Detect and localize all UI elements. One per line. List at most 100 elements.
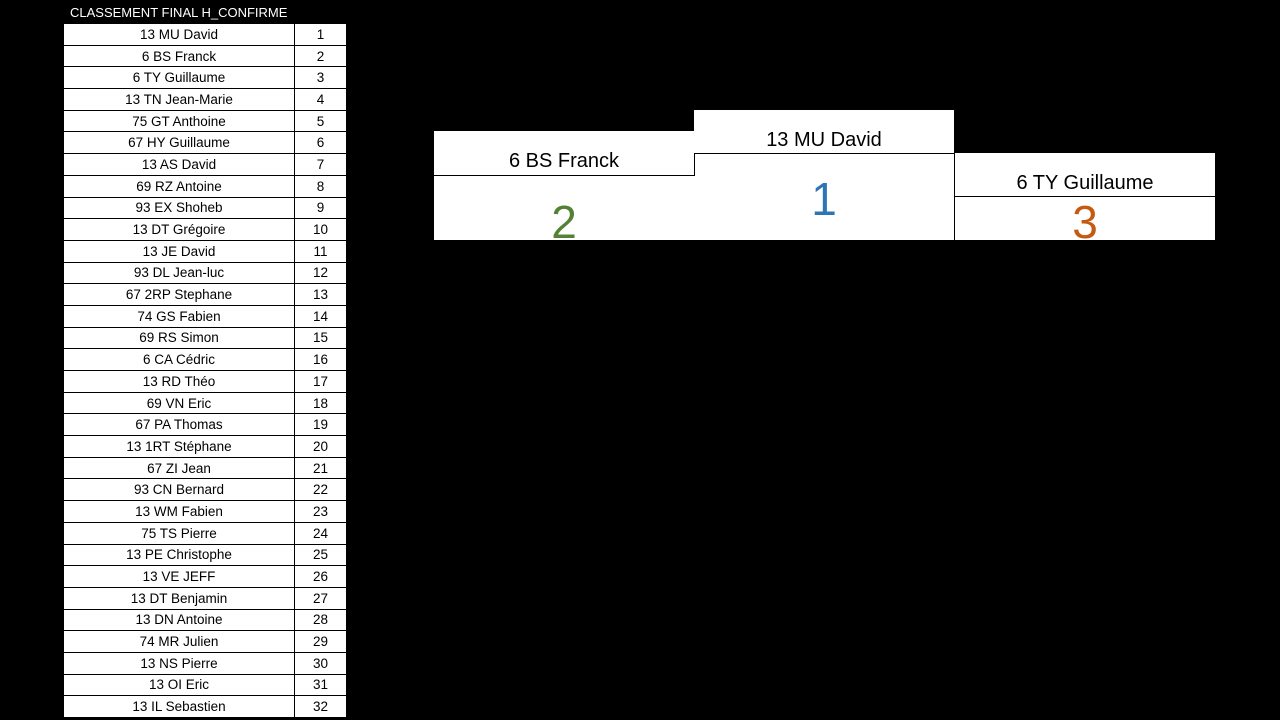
competitor-name-cell: 93 EX Shoheb [64, 197, 295, 220]
table-row: 75 GT Anthoine 5 [64, 110, 346, 133]
rank-cell: 21 [295, 457, 346, 480]
rank-cell: 14 [295, 305, 346, 328]
table-row: 13 OI Eric 31 [64, 674, 346, 697]
competitor-name-cell: 67 PA Thomas [64, 414, 295, 437]
table-row: 13 RD Théo 17 [64, 371, 346, 393]
rank-cell: 4 [295, 89, 346, 111]
table-row: 67 HY Guillaume 6 [64, 132, 346, 155]
rank-cell: 8 [295, 175, 346, 198]
rank-cell: 3 [295, 67, 346, 90]
competitor-name-cell: 13 OI Eric [64, 674, 295, 697]
table-row: 67 2RP Stephane 13 [64, 284, 346, 306]
competitor-name-cell: 13 IL Sebastien [64, 696, 295, 718]
rank-cell: 26 [295, 566, 346, 588]
rank-cell: 20 [295, 436, 346, 458]
competitor-name-cell: 13 DN Antoine [64, 609, 295, 632]
table-row: 13 VE JEFF 26 [64, 566, 346, 588]
rank-cell: 16 [295, 349, 346, 371]
table-row: 69 RZ Antoine 8 [64, 175, 346, 198]
table-row: 67 PA Thomas 19 [64, 414, 346, 437]
rank-cell: 29 [295, 631, 346, 653]
competitor-name-cell: 13 AS David [64, 154, 295, 176]
table-row: 93 CN Bernard 22 [64, 479, 346, 502]
rank-cell: 13 [295, 284, 346, 306]
competitor-name-cell: 69 RZ Antoine [64, 175, 295, 198]
rank-cell: 23 [295, 501, 346, 523]
table-row: 6 BS Franck 2 [64, 45, 346, 68]
competitor-name-cell: 6 CA Cédric [64, 349, 295, 371]
competitor-name-cell: 69 RS Simon [64, 327, 295, 350]
rank-cell: 2 [295, 45, 346, 68]
rank-cell: 7 [295, 154, 346, 176]
rank-cell: 18 [295, 392, 346, 415]
competitor-name-cell: 13 MU David [64, 24, 295, 46]
table-row: 13 JE David 11 [64, 240, 346, 263]
competitor-name-cell: 13 1RT Stéphane [64, 436, 295, 458]
rank-cell: 30 [295, 652, 346, 675]
ranking-table: 13 MU David 1 6 BS Franck 2 6 TY Guillaume 3 1… [64, 24, 346, 718]
table-row: 13 MU David 1 [64, 24, 346, 46]
table-row: 93 EX Shoheb 9 [64, 197, 346, 220]
table-row: 13 IL Sebastien 32 [64, 696, 346, 718]
rank-cell: 32 [295, 696, 346, 718]
table-row: 13 TN Jean-Marie 4 [64, 89, 346, 111]
competitor-name-cell: 13 DT Benjamin [64, 587, 295, 610]
podium-first-divider [694, 153, 954, 154]
table-row: 93 DL Jean-luc 12 [64, 262, 346, 285]
podium-third-name: 6 TY Guillaume [1016, 172, 1154, 194]
competitor-name-cell: 67 HY Guillaume [64, 132, 295, 155]
podium-first-rank: 1 [811, 173, 837, 225]
rank-cell: 11 [295, 240, 346, 263]
table-row: 13 DN Antoine 28 [64, 609, 346, 632]
table-row: 67 ZI Jean 21 [64, 457, 346, 480]
page-title: CLASSEMENT FINAL H_CONFIRME [70, 5, 288, 20]
competitor-name-cell: 13 NS Pierre [64, 652, 295, 675]
table-row: 69 RS Simon 15 [64, 327, 346, 350]
rank-cell: 12 [295, 262, 346, 285]
competitor-name-cell: 69 VN Eric [64, 392, 295, 415]
rank-cell: 22 [295, 479, 346, 502]
competitor-name-cell: 74 GS Fabien [64, 305, 295, 328]
competitor-name-cell: 13 PE Christophe [64, 544, 295, 567]
podium-second-divider [434, 175, 694, 176]
podium-second-rank: 2 [551, 196, 577, 248]
table-row: 74 GS Fabien 14 [64, 305, 346, 328]
competitor-name-cell: 74 MR Julien [64, 631, 295, 653]
table-row: 13 WM Fabien 23 [64, 501, 346, 523]
rank-cell: 25 [295, 544, 346, 567]
table-row: 13 AS David 7 [64, 154, 346, 176]
rank-cell: 31 [295, 674, 346, 697]
rank-cell: 10 [295, 219, 346, 241]
rank-cell: 28 [295, 609, 346, 632]
rank-cell: 19 [295, 414, 346, 437]
rank-cell: 9 [295, 197, 346, 220]
table-row: 13 1RT Stéphane 20 [64, 436, 346, 458]
rank-cell: 1 [295, 24, 346, 46]
table-row: 75 TS Pierre 24 [64, 522, 346, 545]
table-row: 6 CA Cédric 16 [64, 349, 346, 371]
competitor-name-cell: 75 GT Anthoine [64, 110, 295, 133]
podium-second-name: 6 BS Franck [508, 150, 620, 172]
competitor-name-cell: 6 TY Guillaume [64, 67, 295, 90]
competitor-name-cell: 67 2RP Stephane [64, 284, 295, 306]
competitor-name-cell: 13 VE JEFF [64, 566, 295, 588]
podium-first-name: 13 MU David [766, 129, 882, 151]
competitor-name-cell: 67 ZI Jean [64, 457, 295, 480]
rank-cell: 6 [295, 132, 346, 155]
competitor-name-cell: 13 JE David [64, 240, 295, 263]
competitor-name-cell: 93 DL Jean-luc [64, 262, 295, 285]
table-row: 13 DT Benjamin 27 [64, 587, 346, 610]
competitor-name-cell: 13 WM Fabien [64, 501, 295, 523]
podium-third-rank: 3 [1072, 196, 1098, 248]
table-row: 13 PE Christophe 25 [64, 544, 346, 567]
rank-cell: 24 [295, 522, 346, 545]
table-row: 6 TY Guillaume 3 [64, 67, 346, 90]
competitor-name-cell: 13 RD Théo [64, 371, 295, 393]
rank-cell: 17 [295, 371, 346, 393]
competitor-name-cell: 75 TS Pierre [64, 522, 295, 545]
table-row: 13 DT Grégoire 10 [64, 219, 346, 241]
table-row: 69 VN Eric 18 [64, 392, 346, 415]
competitor-name-cell: 6 BS Franck [64, 45, 295, 68]
competitor-name-cell: 13 TN Jean-Marie [64, 89, 295, 111]
ranking-sheet: CLASSEMENT FINAL H_CONFIRME 13 MU David 1… [0, 0, 1280, 720]
